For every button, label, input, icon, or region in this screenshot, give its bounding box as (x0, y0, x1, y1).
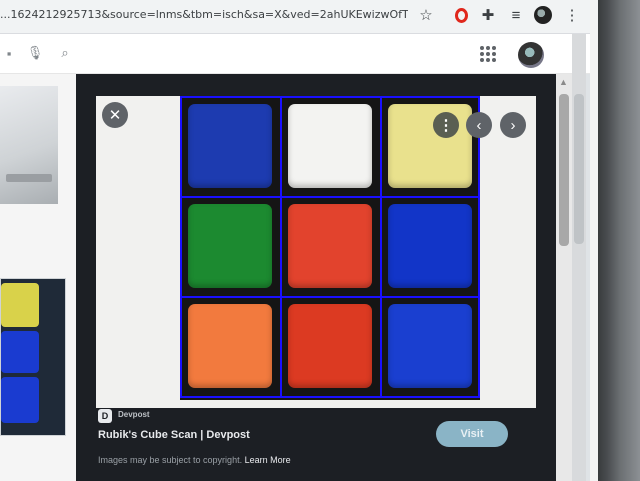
monitor-bezel (590, 0, 640, 481)
mic-icon[interactable]: ▪ (0, 44, 18, 62)
cube-sticker-thumbnail (1, 283, 39, 327)
address-bar[interactable]: ...1624212925713&source=lnms&tbm=isch&sa… (0, 6, 408, 24)
extensions-puzzle-icon[interactable]: ✚ (478, 5, 498, 25)
copyright-notice: Images may be subject to copyright. Lear… (98, 455, 291, 465)
previous-image-button[interactable]: ‹ (466, 112, 492, 138)
browser-toolbar: ...1624212925713&source=lnms&tbm=isch&sa… (0, 0, 600, 34)
grid-overlay-line (478, 96, 480, 398)
cube-sticker (388, 104, 472, 188)
google-search-toolbar: ▪ 🎙 ⌕ (0, 34, 600, 74)
result-thumbnail[interactable] (0, 278, 66, 436)
grid-overlay-line (180, 96, 182, 398)
page-scrollbar-thumb[interactable] (574, 94, 584, 244)
cube-sticker (188, 304, 272, 388)
preview-image[interactable] (96, 96, 536, 408)
rubiks-cube-face (180, 96, 480, 400)
cube-sticker (288, 204, 372, 288)
learn-more-link[interactable]: Learn More (245, 455, 291, 465)
grid-overlay-line (180, 296, 480, 298)
close-button[interactable]: ✕ (102, 102, 128, 128)
source-name[interactable]: Devpost (118, 410, 150, 419)
kebab-menu-icon[interactable]: ⋮ (562, 5, 582, 25)
grid-overlay-line (180, 196, 480, 198)
viewer-scrollbar[interactable]: ▲ (556, 74, 572, 481)
search-results-column (0, 74, 76, 481)
account-avatar-icon[interactable] (518, 42, 544, 68)
mic-icon[interactable]: 🎙 (26, 44, 44, 62)
image-viewer-panel: ✕ ⋮ ‹ › D Devpost Rubik's Cube Scan | De… (76, 74, 556, 481)
grid-overlay-line (280, 96, 282, 398)
cube-sticker (288, 104, 372, 188)
apps-grid-icon[interactable] (480, 46, 496, 62)
copyright-text: Images may be subject to copyright. (98, 455, 243, 465)
cube-sticker (188, 104, 272, 188)
image-title[interactable]: Rubik's Cube Scan | Devpost (98, 429, 250, 441)
page-scrollbar[interactable] (572, 34, 586, 481)
cube-sticker-thumbnail (1, 377, 39, 423)
cube-sticker (288, 304, 372, 388)
cube-sticker-thumbnail (1, 331, 39, 373)
bookmark-star-icon[interactable]: ☆ (416, 5, 436, 25)
scrollbar-thumb[interactable] (559, 94, 569, 246)
cube-sticker (388, 304, 472, 388)
visit-button[interactable]: Visit (436, 421, 508, 447)
more-options-button[interactable]: ⋮ (433, 112, 459, 138)
grid-overlay-line (180, 396, 480, 398)
next-image-button[interactable]: › (500, 112, 526, 138)
grid-overlay-line (380, 96, 382, 398)
cube-sticker (188, 204, 272, 288)
scroll-up-arrow-icon[interactable]: ▲ (559, 77, 568, 87)
source-logo-icon: D (98, 409, 112, 423)
grid-overlay-line (180, 96, 480, 98)
cube-sticker (388, 204, 472, 288)
search-icon[interactable]: ⌕ (56, 44, 74, 62)
profile-icon[interactable] (533, 5, 553, 25)
reading-list-icon[interactable]: ≡ (506, 5, 526, 25)
result-thumbnail[interactable] (0, 86, 58, 204)
opera-icon[interactable] (451, 5, 471, 25)
